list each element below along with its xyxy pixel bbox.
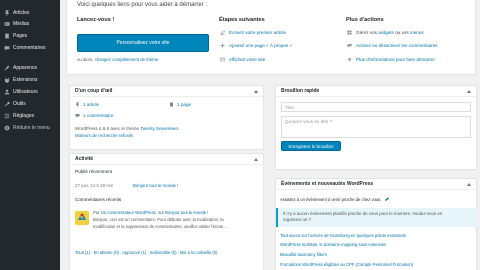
comment-icon <box>75 114 80 118</box>
pin-icon <box>4 9 10 16</box>
sidebar-item-apparence[interactable]: Apparence <box>0 62 60 73</box>
next-step-write-post[interactable]: Écrivez votre premier article <box>220 30 286 35</box>
recent-post-link[interactable]: Bonjour tout le monde ! <box>133 183 178 188</box>
sidebar-item-outils[interactable]: Outils <box>0 98 60 109</box>
menus-link[interactable]: menus <box>410 30 424 35</box>
no-events-notice: Il n'y a aucun évènement planifié proche… <box>276 208 478 227</box>
more-action-comments[interactable]: Activez ou désactivez les commentaires. <box>347 43 439 48</box>
filter-trash[interactable]: Mis à la corbeille (0) <box>180 250 217 255</box>
news-item[interactable]: WordPress multisite, le domaine mapping … <box>280 242 386 247</box>
view-icon <box>220 57 225 62</box>
identicon-icon <box>75 211 89 225</box>
plus-icon <box>220 43 225 48</box>
edit-icon <box>220 30 225 35</box>
news-item[interactable]: Formations WordPress éligibles au CPF (C… <box>280 262 413 267</box>
next-step-view-site[interactable]: Affichez votre site <box>220 57 265 62</box>
glance-comments[interactable]: 1 commentaire <box>75 113 113 118</box>
collapse-icon <box>4 125 10 130</box>
sidebar-collapse-menu[interactable]: Réduire le menu <box>0 122 60 133</box>
page-icon <box>5 33 9 38</box>
next-steps-heading: Étapes suivantes <box>219 17 265 23</box>
comment-meta: Par Un commentateur WordPress, sur Bonjo… <box>93 210 209 215</box>
welcome-panel: Voici quelques liens pour vous aider à d… <box>66 0 476 75</box>
glance-pages[interactable]: 1 page <box>169 102 191 107</box>
theme-link[interactable]: Twenty Seventeen <box>140 126 178 131</box>
change-theme-line: ou alors, changez complètement de thème <box>77 57 159 62</box>
next-step-about-page[interactable]: Ajoutez une page « À propos » <box>220 43 292 48</box>
widgets-link[interactable]: widgets <box>378 30 394 35</box>
widgets-icon <box>347 30 352 35</box>
toggle-arrow-icon[interactable] <box>254 157 258 161</box>
search-engines-discouraged[interactable]: Moteurs de recherche refusés <box>75 133 133 138</box>
quick-draft-title: Brouillon rapide <box>281 88 320 94</box>
comment-filters: Tous (1) | En attente (0) | Approuvé (1)… <box>75 250 218 255</box>
at-a-glance-box: D'un coup d'œil 1 article 1 page 1 comme… <box>69 85 264 150</box>
sidebar-item-commentaires[interactable]: Commentaires <box>0 42 60 53</box>
toggle-arrow-icon[interactable] <box>467 182 471 186</box>
news-item[interactable]: Beautiful taxonomy filters <box>280 252 327 257</box>
toggle-arrow-icon[interactable] <box>254 89 258 93</box>
comment-excerpt-line-2: modification et la suppression de commen… <box>93 224 228 229</box>
comment-author-link[interactable]: Un commentateur WordPress <box>101 210 156 215</box>
comment-icon <box>4 45 10 50</box>
recent-comments-heading: Commentaires récents <box>75 197 122 202</box>
sidebar-item-articles[interactable]: Articles <box>0 7 60 18</box>
more-action-widgets-menus: Gérez vos widgets ou vos menus <box>347 30 424 35</box>
more-action-learn[interactable]: Plus d'informations pour bien démarrer <box>347 57 435 62</box>
sidebar-item-utilisateurs[interactable]: Utilisateurs <box>0 86 60 97</box>
sidebar-item-medias[interactable]: Médias <box>0 18 60 29</box>
change-theme-link[interactable]: changez complètement de thème <box>95 57 159 62</box>
glance-articles[interactable]: 1 article <box>75 102 99 107</box>
get-started-heading: Lancez-vous ! <box>77 17 115 23</box>
activity-box: Activité Publié récemment 27 juin, 14 h … <box>69 153 264 270</box>
comment-post-link[interactable]: Bonjour tout le monde ! <box>165 210 208 215</box>
page-icon <box>170 102 173 107</box>
admin-sidebar: Articles Médias Pages Commentaires Appar… <box>0 0 60 270</box>
learn-icon <box>347 58 352 61</box>
filter-pending[interactable]: En attente (0) <box>94 250 119 255</box>
more-actions-heading: Plus d'actions <box>346 17 384 23</box>
pin-icon <box>75 102 80 107</box>
wrench-icon <box>4 101 10 106</box>
sidebar-item-reglages[interactable]: Réglages <box>0 110 60 121</box>
brush-icon <box>4 65 10 70</box>
media-icon <box>4 21 10 26</box>
plugin-icon <box>4 77 10 83</box>
news-item[interactable]: Tout savoir sur l'arrivée de Gutenberg e… <box>280 233 406 238</box>
pencil-icon[interactable] <box>384 197 389 202</box>
attend-events-line: Assistez à un évènement à venir proche d… <box>280 197 389 202</box>
draft-content-textarea[interactable]: Qu'avez-vous en tête ? <box>281 116 471 138</box>
filter-approved[interactable]: Approuvé (1) <box>122 250 146 255</box>
events-news-title: Événements et nouveautés WordPress <box>281 181 374 187</box>
sidebar-item-pages[interactable]: Pages <box>0 30 60 41</box>
wp-version-line: WordPress 4.9.6 avec le thème Twenty Sev… <box>75 126 180 131</box>
save-draft-button[interactable]: Enregistrer le brouillon <box>281 141 341 151</box>
at-a-glance-title: D'un coup d'œil <box>75 88 113 94</box>
recent-post-date: 27 juin, 14 h 28 min <box>75 183 114 188</box>
filter-spam[interactable]: Indésirable (0) <box>150 250 177 255</box>
events-news-box: Événements et nouveautés WordPress Assis… <box>275 178 478 270</box>
filter-all[interactable]: Tous (1) <box>75 250 90 255</box>
customize-site-button[interactable]: Personnalisez votre site <box>77 34 209 52</box>
sidebar-item-extensions[interactable]: Extensions <box>0 74 60 85</box>
draft-title-input[interactable]: Titre <box>281 102 471 112</box>
recently-published-heading: Publié récemment <box>75 169 113 174</box>
users-icon <box>4 89 10 94</box>
activity-title: Activité <box>75 156 94 162</box>
quick-draft-box: Brouillon rapide Titre Qu'avez-vous en t… <box>275 85 477 170</box>
avatar <box>75 211 89 225</box>
comment-excerpt-line-1: Bonjour, ceci est un commentaire. Pour d… <box>93 217 224 222</box>
welcome-intro: Voici quelques liens pour vous aider à d… <box>77 2 208 8</box>
comments-off-icon <box>347 43 352 48</box>
toggle-arrow-icon[interactable] <box>467 89 471 93</box>
settings-icon <box>4 113 10 118</box>
